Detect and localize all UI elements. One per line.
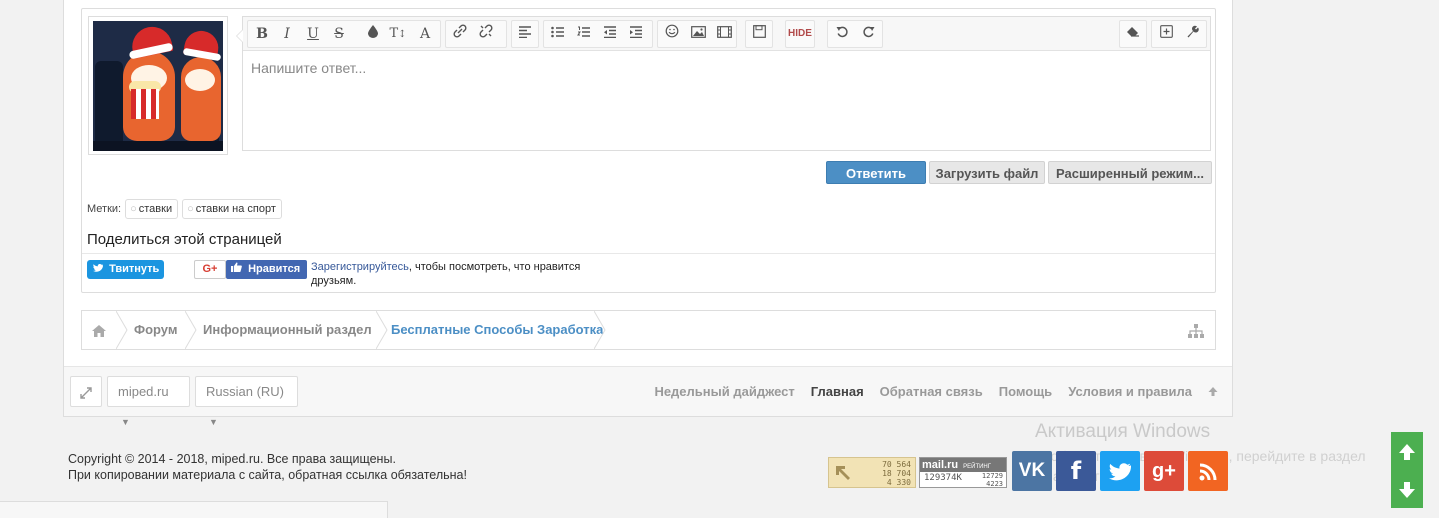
reply-textarea[interactable]: Напишите ответ... [243, 51, 1210, 85]
save-draft-icon[interactable] [747, 21, 771, 47]
windows-activation-title: Активация Windows [1035, 421, 1211, 442]
facebook-like-button[interactable]: Нравится [226, 260, 307, 279]
share-title: Поделиться этой страницей [87, 231, 282, 248]
arrow-up-left-icon [836, 466, 850, 480]
unlink-icon[interactable] [474, 21, 498, 47]
smiley-icon[interactable] [660, 21, 684, 47]
mailru-counter[interactable]: mail.ru РЕЙТИНГ 129374K 12729 4223 [919, 457, 1007, 488]
liveinternet-counter[interactable]: 70 564 18 704 4 330 [828, 457, 916, 488]
tag-item[interactable]: ○ ставки [125, 199, 179, 219]
advanced-mode-button[interactable]: Расширенный режим... [1048, 161, 1212, 184]
eraser-icon[interactable] [1121, 21, 1145, 47]
font-family-icon[interactable]: A [413, 21, 437, 47]
sitemap-icon[interactable] [1188, 311, 1204, 349]
undo-icon[interactable] [830, 21, 854, 47]
fullscreen-icon[interactable] [70, 376, 102, 407]
back-to-top-icon[interactable] [1208, 376, 1218, 407]
numbered-list-icon[interactable] [572, 21, 596, 47]
copyright-line: Copyright © 2014 - 2018, miped.ru. Все п… [68, 452, 396, 466]
scroll-up-icon[interactable] [1391, 432, 1423, 470]
twitter-icon[interactable] [1100, 451, 1140, 491]
bottom-panel [0, 501, 388, 518]
bullet-list-icon[interactable] [546, 21, 570, 47]
bold-button[interactable]: B [250, 21, 274, 47]
copyright: Copyright © 2014 - 2018, miped.ru. Все п… [68, 451, 467, 483]
language-chooser[interactable]: Russian (RU) ▼ [195, 376, 298, 427]
font-size-icon[interactable]: T↕ [386, 21, 410, 47]
copyright-notice: При копировании материала с сайта, обрат… [68, 468, 467, 482]
wrench-icon[interactable] [1180, 21, 1204, 47]
footer-link-terms[interactable]: Условия и правила [1068, 376, 1192, 407]
divider [82, 253, 1215, 254]
avatar[interactable] [88, 16, 228, 155]
italic-button[interactable]: I [275, 21, 299, 47]
main-panel: B I U S T↕ A HIDE Напишите ответ... Отве… [63, 0, 1233, 427]
rss-icon[interactable] [1188, 451, 1228, 491]
twitter-icon [93, 263, 106, 275]
footer-link-help[interactable]: Помощь [999, 376, 1052, 407]
tags: Метки: ○ ставки ○ ставки на спорт [87, 199, 282, 219]
breadcrumb: Форум Информационный раздел Бесплатные С… [81, 310, 1216, 350]
expand-icon[interactable] [1154, 21, 1178, 47]
text-color-icon[interactable] [361, 21, 385, 47]
link-icon[interactable] [448, 21, 472, 47]
footer-link-feedback[interactable]: Обратная связь [880, 376, 983, 407]
page: B I U S T↕ A HIDE Напишите ответ... Отве… [0, 0, 1439, 518]
tag-item[interactable]: ○ ставки на спорт [182, 199, 282, 219]
chevron-down-icon: ▼ [209, 417, 218, 427]
footer-links: Недельный дайджест Главная Обратная связ… [654, 376, 1218, 407]
footer-link-digest[interactable]: Недельный дайджест [654, 376, 794, 407]
upload-file-button[interactable]: Загрузить файл [929, 161, 1045, 184]
reply-editor: B I U S T↕ A HIDE Напишите ответ... [236, 16, 1211, 151]
underline-button[interactable]: U [301, 21, 325, 47]
editor-toolbar: B I U S T↕ A HIDE [243, 17, 1210, 51]
breadcrumb-info-section[interactable]: Информационный раздел [203, 311, 372, 349]
hide-button[interactable]: HIDE [788, 21, 812, 47]
gplus-share-button[interactable]: G+ [194, 260, 226, 279]
outdent-icon[interactable] [598, 21, 622, 47]
facebook-icon[interactable]: f [1056, 451, 1096, 491]
thumbs-up-icon [231, 262, 245, 275]
register-link[interactable]: Зарегистрируйтесь [311, 261, 409, 273]
footer-bar: miped.ru ▼ Russian (RU) ▼ Недельный дайд… [64, 366, 1232, 427]
align-icon[interactable] [513, 21, 537, 47]
chevron-down-icon: ▼ [121, 417, 130, 427]
style-chooser[interactable]: miped.ru ▼ [107, 376, 190, 427]
gplus-icon[interactable]: g+ [1144, 451, 1184, 491]
breadcrumb-forum[interactable]: Форум [134, 311, 177, 349]
reply-button[interactable]: Ответить [826, 161, 926, 184]
vk-icon[interactable]: VK [1012, 451, 1052, 491]
facebook-like-text: Зарегистрируйтесь, чтобы посмотреть, что… [311, 261, 581, 287]
tags-label: Метки: [87, 203, 122, 215]
quick-reply-box: B I U S T↕ A HIDE Напишите ответ... Отве… [81, 8, 1216, 293]
scroll-down-icon[interactable] [1391, 470, 1423, 508]
image-icon[interactable] [686, 21, 710, 47]
strikethrough-button[interactable]: S [327, 21, 351, 47]
avatar-image [93, 21, 223, 151]
tweet-button[interactable]: Твитнуть [87, 260, 164, 279]
home-icon[interactable] [92, 311, 106, 349]
footer-link-home[interactable]: Главная [811, 376, 864, 407]
breadcrumb-current[interactable]: Бесплатные Способы Заработка [391, 311, 603, 349]
redo-icon[interactable] [856, 21, 880, 47]
indent-icon[interactable] [624, 21, 648, 47]
media-icon[interactable] [712, 21, 736, 47]
